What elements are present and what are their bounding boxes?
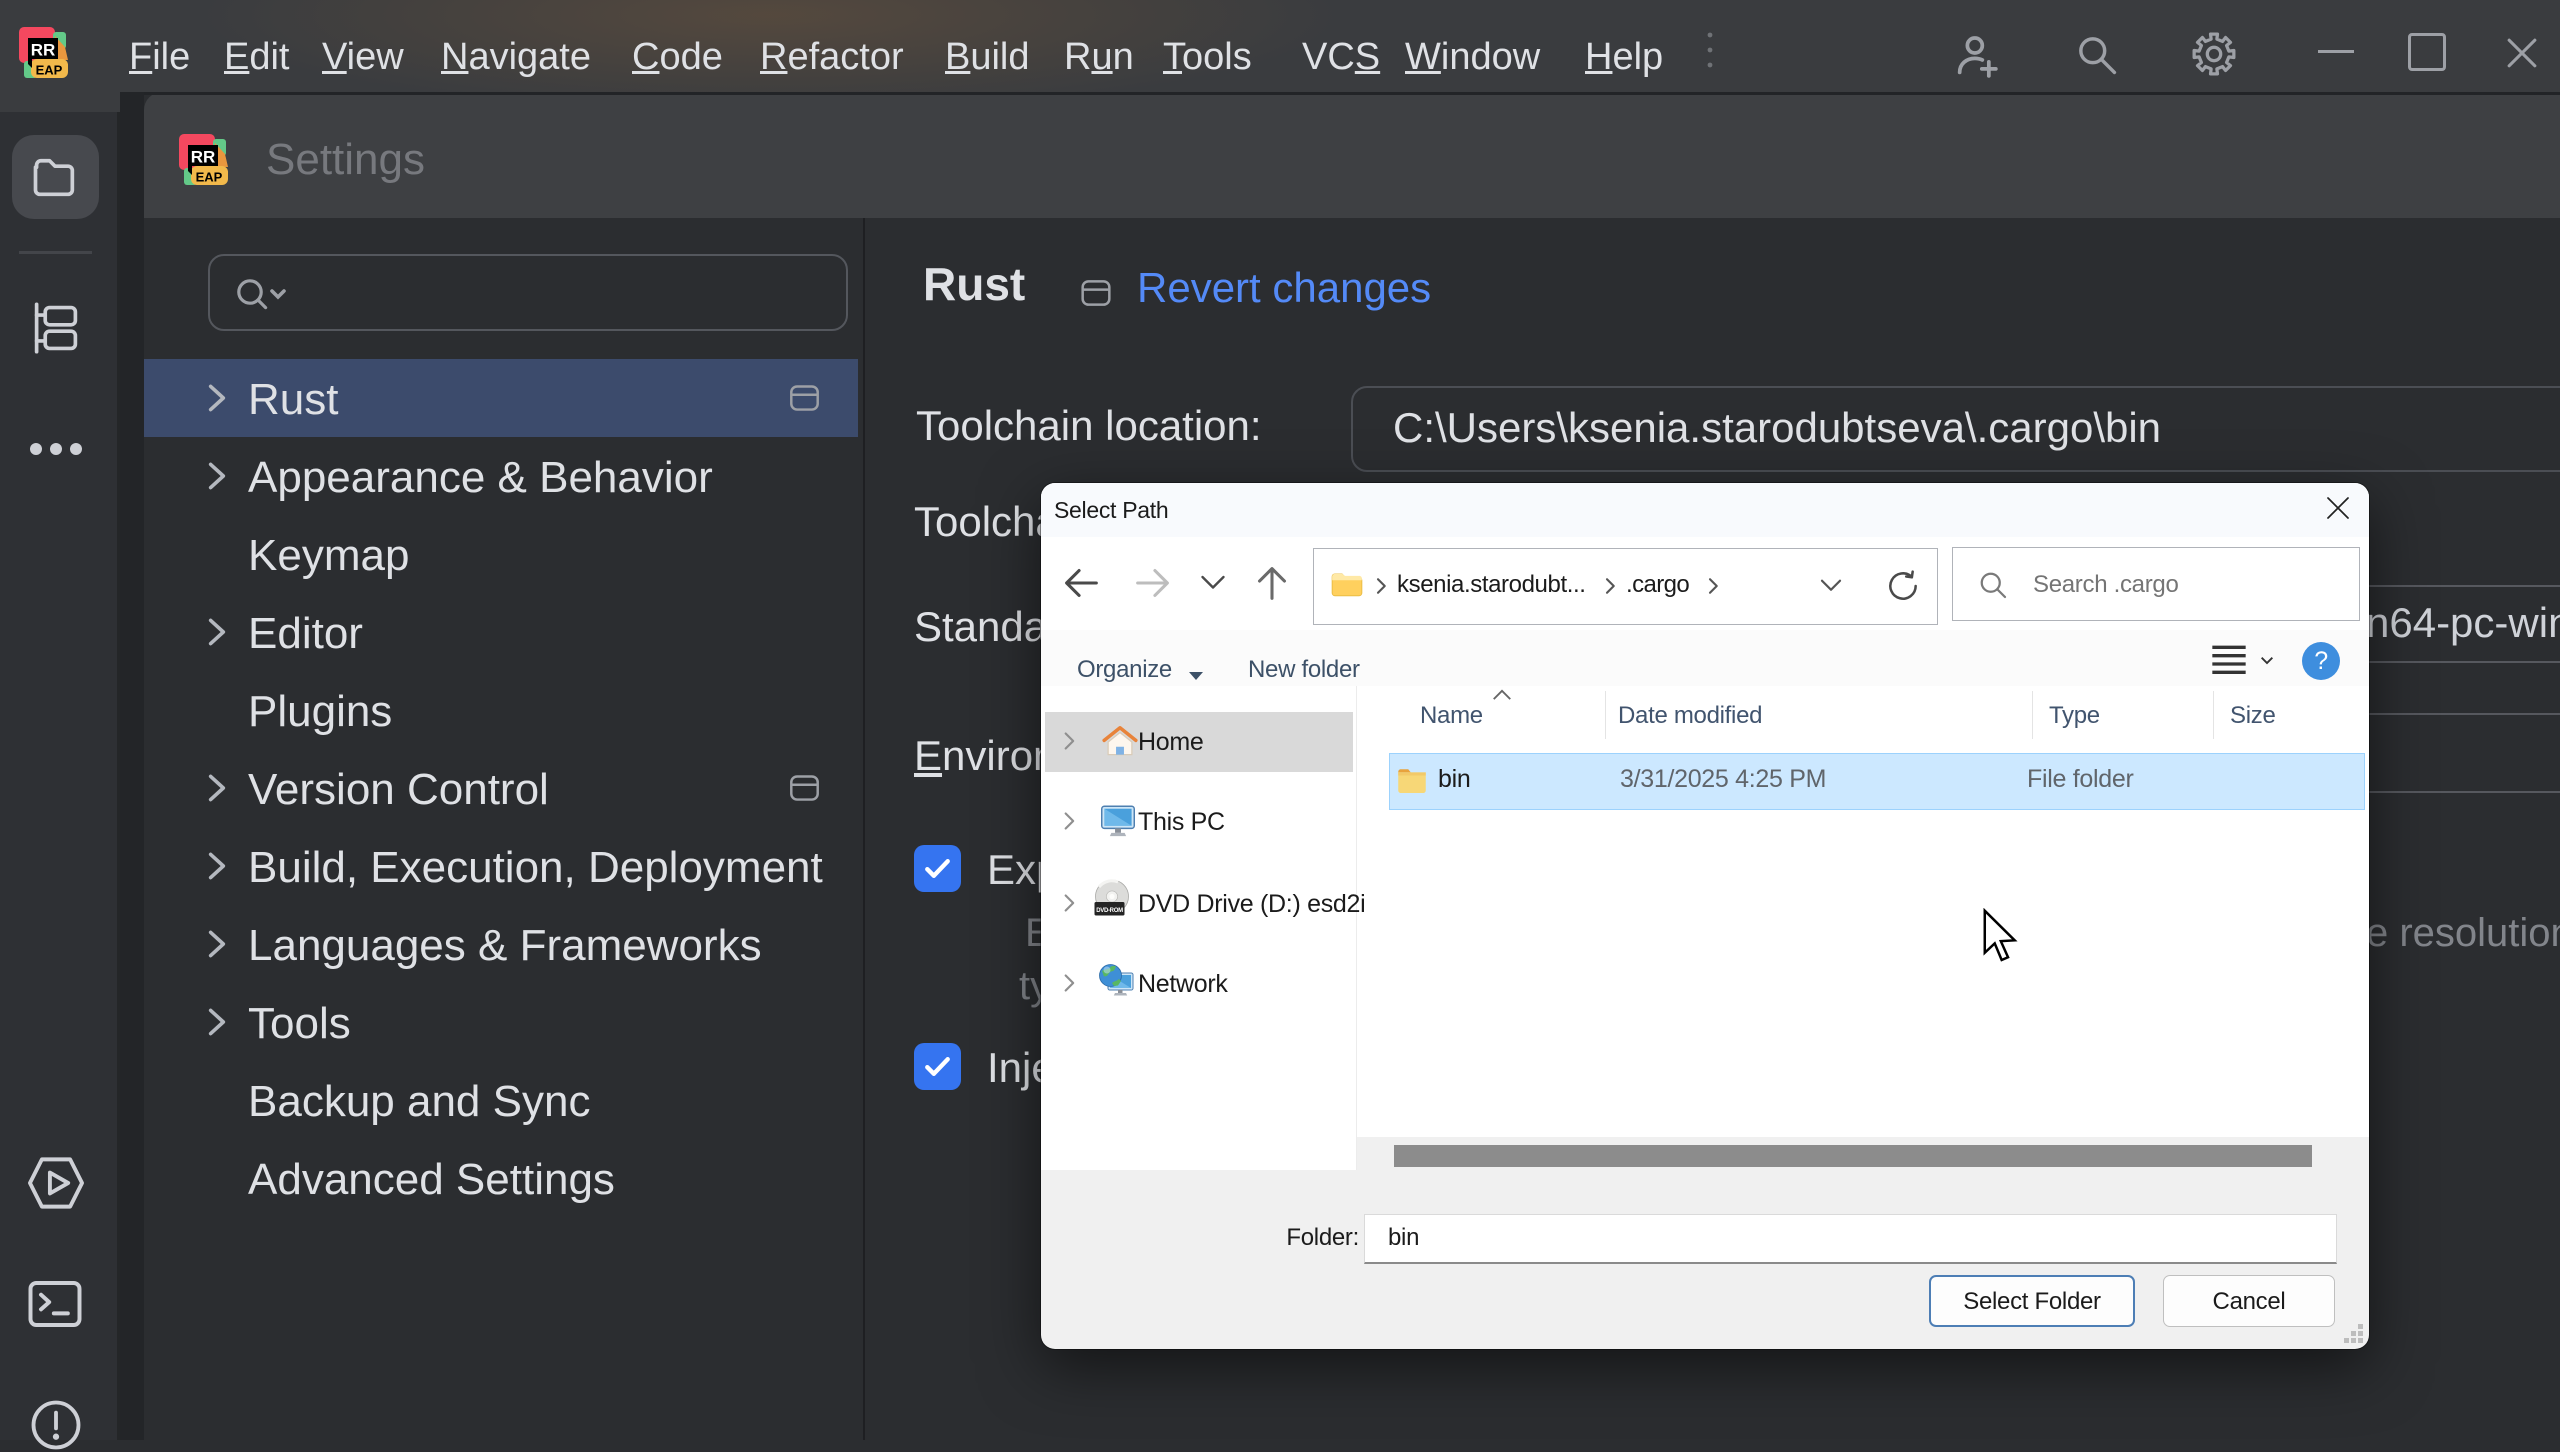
svg-text:DVD-ROM: DVD-ROM [1096,908,1123,914]
